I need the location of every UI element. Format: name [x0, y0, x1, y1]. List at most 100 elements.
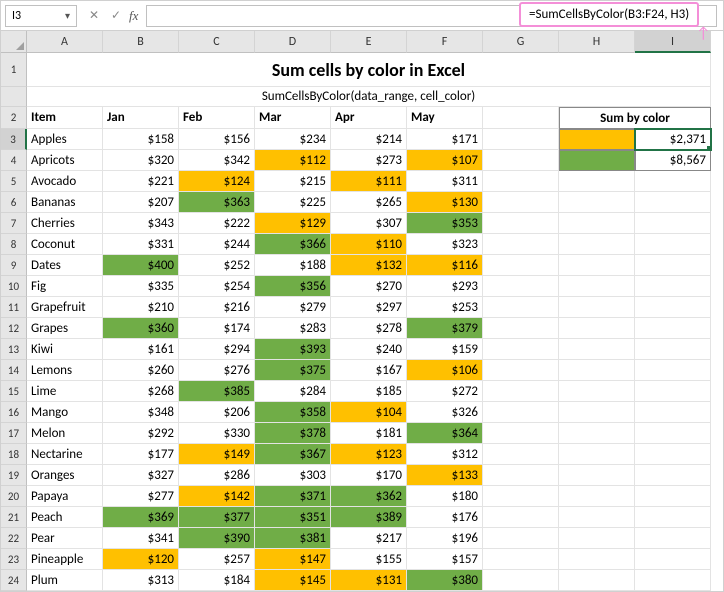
cell-value[interactable]: $161	[103, 339, 179, 360]
row-header[interactable]: 7	[1, 213, 27, 234]
cell-value[interactable]: $180	[407, 486, 483, 507]
cell-value[interactable]: $358	[255, 402, 331, 423]
col-header[interactable]: E	[331, 31, 407, 53]
cell-item[interactable]: Grapes	[27, 318, 103, 339]
cell-empty[interactable]	[559, 549, 635, 570]
cell-empty[interactable]	[559, 444, 635, 465]
col-header[interactable]: D	[255, 31, 331, 53]
row-header[interactable]: 13	[1, 339, 27, 360]
cell-value[interactable]: $353	[407, 213, 483, 234]
cell-value[interactable]: $356	[255, 276, 331, 297]
cell-empty[interactable]	[483, 276, 559, 297]
cell-value[interactable]: $181	[331, 423, 407, 444]
cell-empty[interactable]	[635, 528, 711, 549]
cell-value[interactable]: $222	[179, 213, 255, 234]
cell-empty[interactable]	[635, 318, 711, 339]
cell-empty[interactable]	[635, 507, 711, 528]
cell-value[interactable]: $379	[407, 318, 483, 339]
row-header[interactable]: 14	[1, 360, 27, 381]
row-header[interactable]: 2	[1, 107, 27, 129]
cell-value[interactable]: $253	[407, 297, 483, 318]
cell-value[interactable]: $311	[407, 171, 483, 192]
cell-value[interactable]: $360	[103, 318, 179, 339]
cell-item[interactable]: Lemons	[27, 360, 103, 381]
cell-item[interactable]: Cherries	[27, 213, 103, 234]
cell-empty[interactable]	[483, 486, 559, 507]
cell-value[interactable]: $272	[407, 381, 483, 402]
cell-empty[interactable]	[635, 360, 711, 381]
cell-empty[interactable]	[483, 129, 559, 150]
cell-item[interactable]: Apricots	[27, 150, 103, 171]
cell-value[interactable]: $276	[179, 360, 255, 381]
sum-color-swatch[interactable]	[559, 150, 635, 171]
cell-empty[interactable]	[635, 276, 711, 297]
row-header[interactable]: 3	[1, 129, 27, 150]
cell-value[interactable]: $364	[407, 423, 483, 444]
cell-value[interactable]: $244	[179, 234, 255, 255]
cell-value[interactable]: $393	[255, 339, 331, 360]
cell-value[interactable]: $257	[179, 549, 255, 570]
row-header[interactable]: 9	[1, 255, 27, 276]
row-header[interactable]: 18	[1, 444, 27, 465]
cell-empty[interactable]	[559, 255, 635, 276]
cell-empty[interactable]	[483, 360, 559, 381]
row-header[interactable]: 5	[1, 171, 27, 192]
cell-value[interactable]: $110	[331, 234, 407, 255]
cell-value[interactable]: $273	[331, 150, 407, 171]
cell-item[interactable]: Plum	[27, 570, 103, 591]
cell-value[interactable]: $260	[103, 360, 179, 381]
cell-value[interactable]: $155	[331, 549, 407, 570]
cell-item[interactable]: Dates	[27, 255, 103, 276]
header-month[interactable]: May	[407, 107, 483, 129]
cell-value[interactable]: $303	[255, 465, 331, 486]
cell-value[interactable]: $217	[331, 528, 407, 549]
cell-empty[interactable]	[635, 234, 711, 255]
cell-item[interactable]: Grapefruit	[27, 297, 103, 318]
cell-item[interactable]: Apples	[27, 129, 103, 150]
spreadsheet-grid[interactable]: ABCDEFGHI1Sum cells by color in ExcelSum…	[1, 31, 723, 591]
cell-value[interactable]: $124	[179, 171, 255, 192]
cell-empty[interactable]	[559, 381, 635, 402]
cell-value[interactable]: $268	[103, 381, 179, 402]
cell-item[interactable]: Papaya	[27, 486, 103, 507]
cell-value[interactable]: $284	[255, 381, 331, 402]
cell-value[interactable]: $377	[179, 507, 255, 528]
cell-value[interactable]: $171	[407, 129, 483, 150]
cell-empty[interactable]	[635, 570, 711, 591]
cell-value[interactable]: $215	[255, 171, 331, 192]
cell-empty[interactable]	[559, 234, 635, 255]
cell-value[interactable]: $145	[255, 570, 331, 591]
cell-value[interactable]: $254	[179, 276, 255, 297]
cell-value[interactable]: $210	[103, 297, 179, 318]
cell-empty[interactable]	[635, 255, 711, 276]
cell-value[interactable]: $348	[103, 402, 179, 423]
cell-empty[interactable]	[635, 192, 711, 213]
cell-value[interactable]: $142	[179, 486, 255, 507]
col-header[interactable]: B	[103, 31, 179, 53]
cell-empty[interactable]	[483, 381, 559, 402]
cell-value[interactable]: $177	[103, 444, 179, 465]
cell-value[interactable]: $225	[255, 192, 331, 213]
cell-empty[interactable]	[483, 339, 559, 360]
cell-empty[interactable]	[559, 318, 635, 339]
cell-value[interactable]: $147	[255, 549, 331, 570]
cell-value[interactable]: $335	[103, 276, 179, 297]
cell-empty[interactable]	[559, 507, 635, 528]
cell-value[interactable]: $331	[103, 234, 179, 255]
cell-empty[interactable]	[483, 171, 559, 192]
col-header[interactable]: F	[407, 31, 483, 53]
cell-value[interactable]: $132	[331, 255, 407, 276]
cell-empty[interactable]	[559, 528, 635, 549]
cell-value[interactable]: $307	[331, 213, 407, 234]
cell-item[interactable]: Fig	[27, 276, 103, 297]
cell-empty[interactable]	[559, 465, 635, 486]
cell-value[interactable]: $277	[103, 486, 179, 507]
cell-empty[interactable]	[483, 549, 559, 570]
cell-value[interactable]: $294	[179, 339, 255, 360]
cell-value[interactable]: $292	[103, 423, 179, 444]
cell-value[interactable]: $385	[179, 381, 255, 402]
cell-empty[interactable]	[635, 444, 711, 465]
cell-item[interactable]: Nectarine	[27, 444, 103, 465]
cell-value[interactable]: $221	[103, 171, 179, 192]
cell-value[interactable]: $131	[331, 570, 407, 591]
